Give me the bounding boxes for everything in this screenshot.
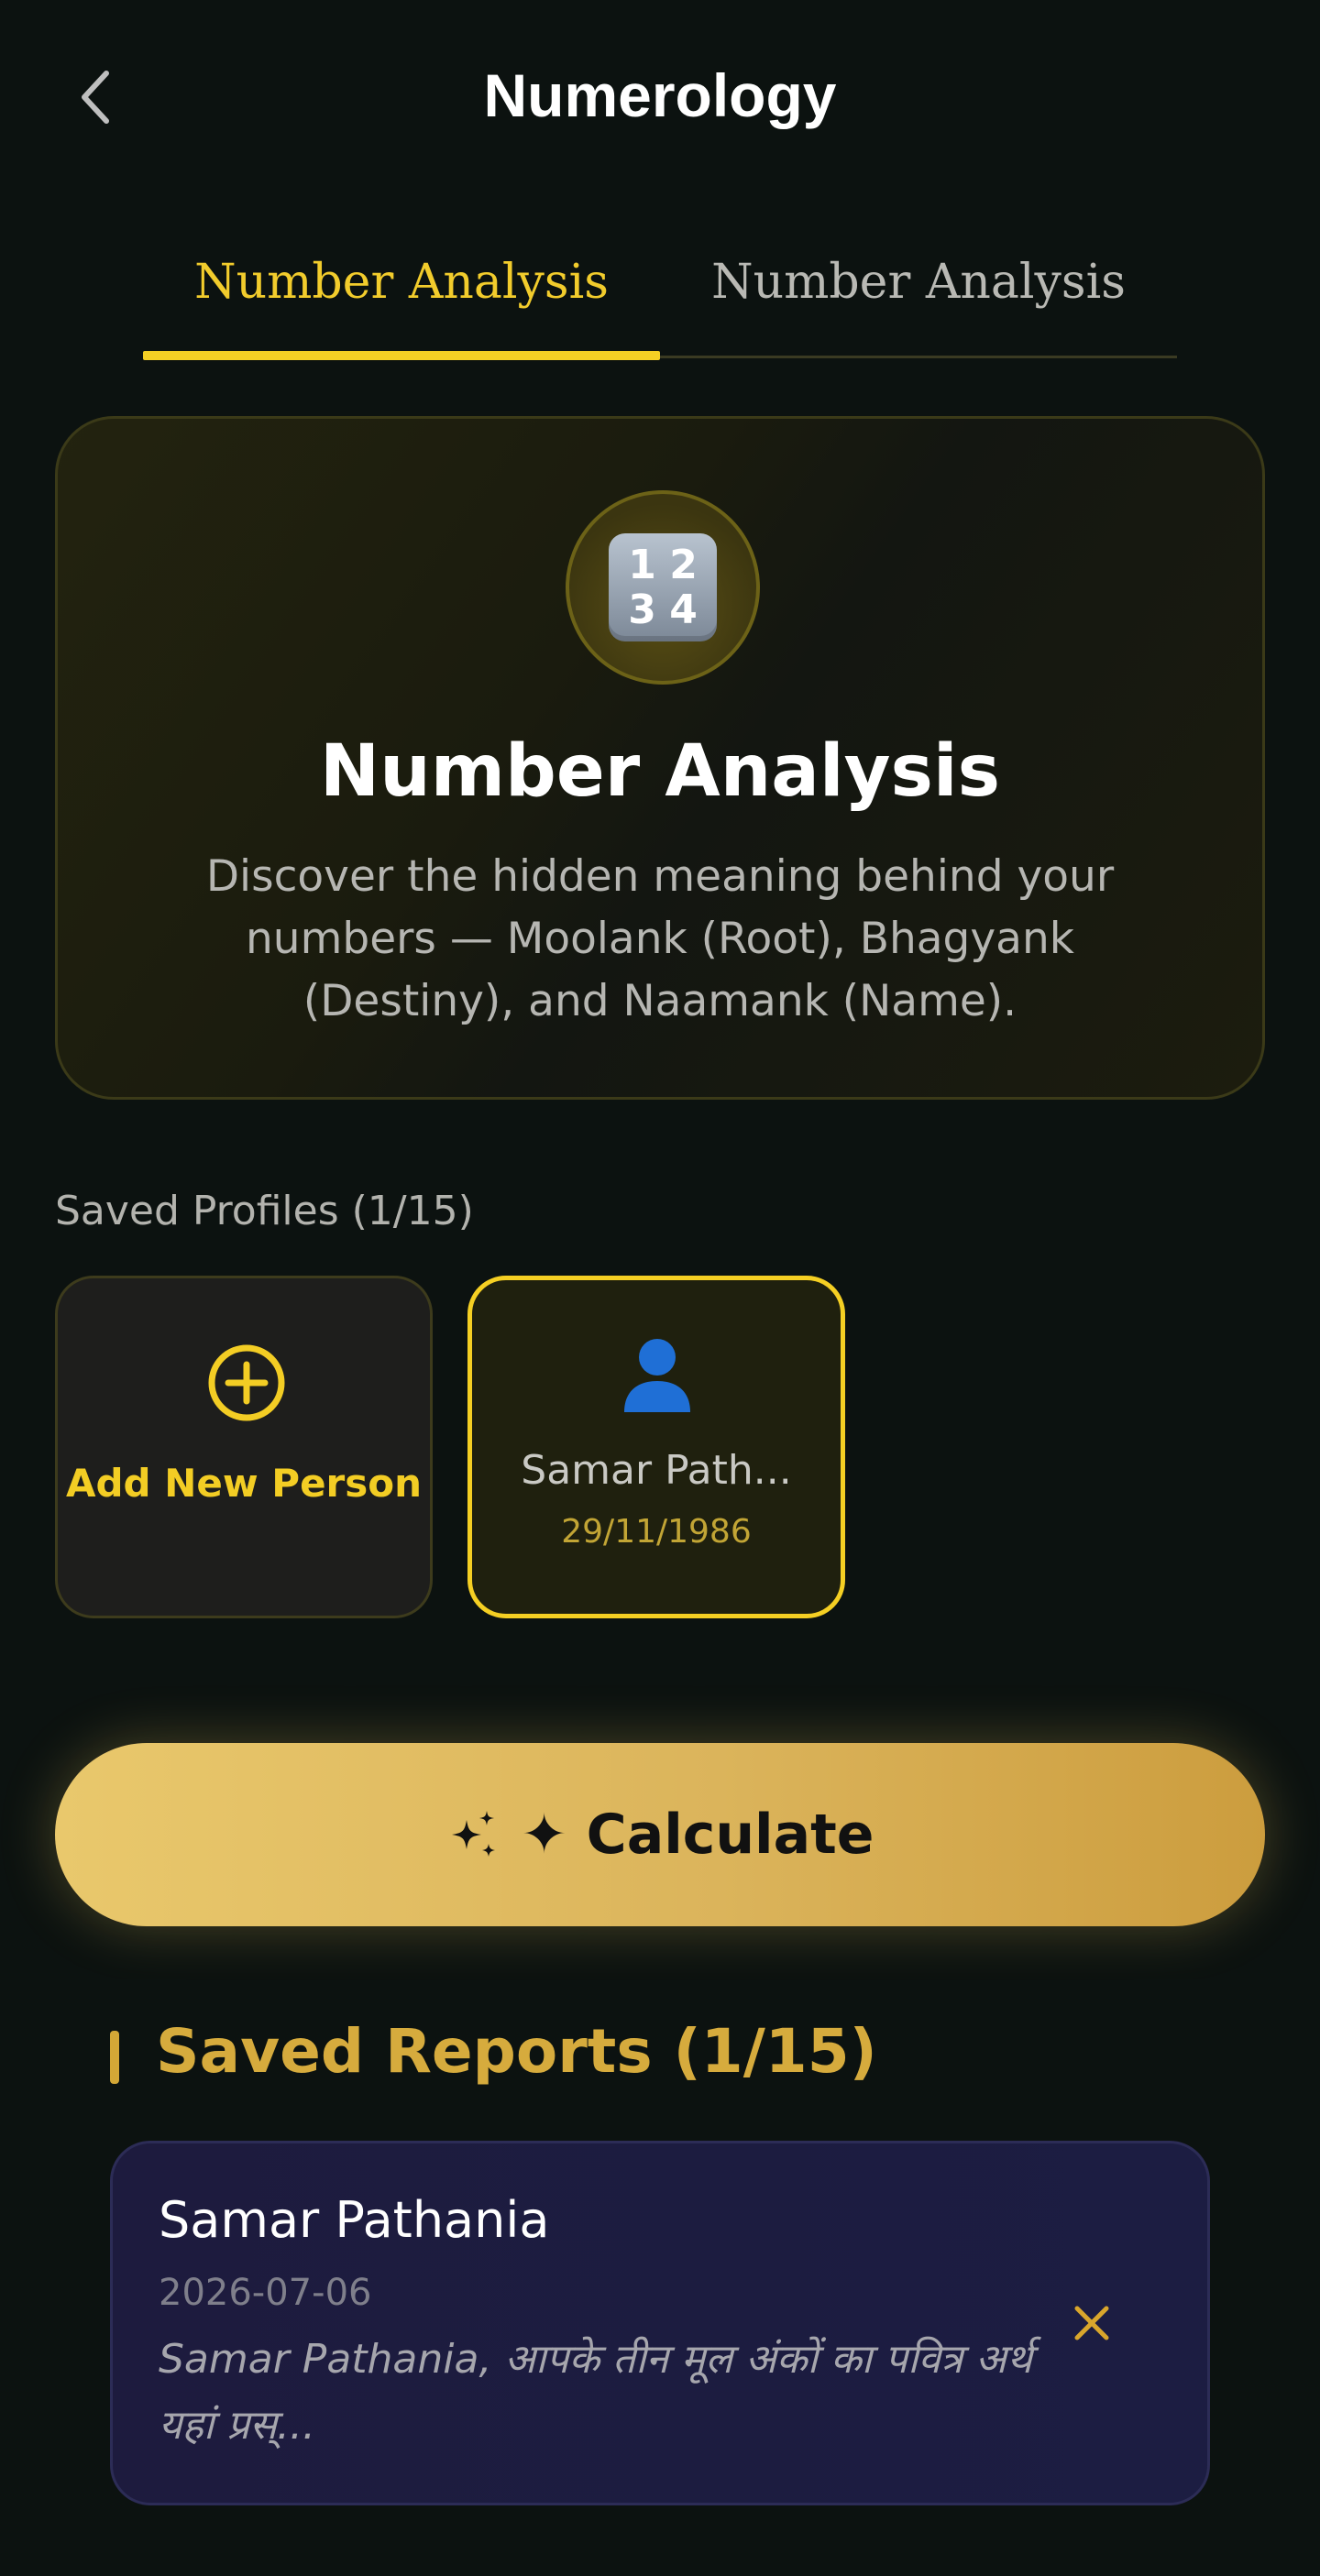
person-icon	[624, 1339, 690, 1412]
input-numbers-icon: 1 2 3 4	[609, 533, 717, 641]
calculate-label: ✦ Calculate	[521, 1803, 874, 1867]
tab-bar: Number Analysis Number Analysis	[143, 229, 1177, 362]
close-icon	[1074, 2306, 1109, 2340]
tab-number-analysis[interactable]: Number Analysis	[143, 229, 660, 362]
plus-circle-icon	[208, 1344, 285, 1421]
tab-number-analysis-secondary[interactable]: Number Analysis	[660, 229, 1177, 362]
profile-card-samar[interactable]: Samar Path... 29/11/1986	[468, 1276, 845, 1618]
hero-description: Discover the hidden meaning behind your …	[205, 851, 1115, 1026]
add-new-person-label: Add New Person	[65, 1461, 423, 1506]
add-new-person-button[interactable]: Add New Person	[55, 1276, 433, 1618]
profile-name: Samar Path...	[521, 1447, 792, 1494]
number-analysis-card: 1 2 3 4 Number Analysis Discover the hid…	[55, 416, 1265, 1100]
numerology-screen: Numerology Number Analysis Number Analys…	[0, 0, 1320, 2576]
report-name: Samar Pathania	[159, 2191, 550, 2249]
icon-digit: 4	[669, 586, 698, 633]
calculate-button[interactable]: ✦ Calculate	[55, 1743, 1265, 1926]
report-card[interactable]: Samar Pathania 2026-07-06 Samar Pathania…	[110, 2141, 1210, 2505]
active-tab-indicator	[143, 351, 660, 360]
page-title: Numerology	[483, 61, 837, 129]
report-date: 2026-07-06	[159, 2272, 372, 2314]
icon-digit: 2	[669, 542, 698, 588]
section-accent-bar	[110, 2031, 119, 2084]
icon-digit: 3	[628, 586, 656, 633]
hero-icon-badge: 1 2 3 4	[566, 490, 760, 685]
report-snippet: Samar Pathania, आपके तीन मूल अंकों का पव…	[159, 2336, 1033, 2449]
app-header: Numerology	[0, 0, 1320, 192]
profile-dob: 29/11/1986	[561, 1513, 752, 1551]
icon-digit: 1	[628, 542, 656, 588]
saved-profiles-label: Saved Profiles (1/15)	[55, 1188, 474, 1234]
hero-title: Number Analysis	[319, 730, 1001, 813]
sparkles-icon	[451, 1811, 495, 1857]
saved-reports-title: Saved Reports (1/15)	[156, 2016, 877, 2087]
delete-report-button[interactable]	[1059, 2290, 1125, 2356]
